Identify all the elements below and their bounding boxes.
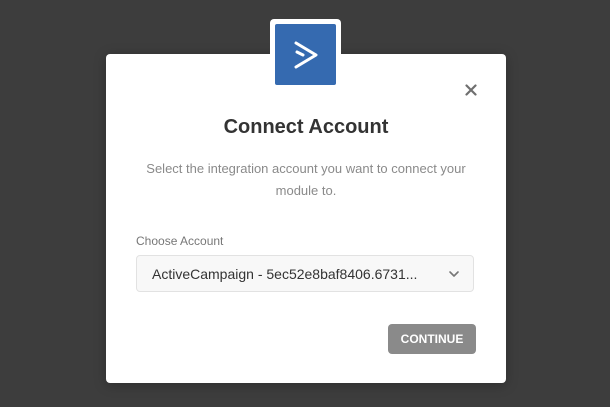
dialog-description: Select the integration account you want … [146, 161, 466, 198]
activecampaign-logo-icon [275, 24, 336, 85]
chevron-down-icon [449, 271, 459, 277]
close-icon [465, 84, 477, 96]
dialog-title: Connect Account [223, 116, 389, 138]
close-button[interactable] [463, 82, 479, 98]
connect-account-dialog: Connect Account Select the integration a… [106, 54, 506, 383]
integration-logo [270, 19, 341, 90]
continue-button[interactable]: CONTINUE [388, 324, 476, 354]
account-select[interactable]: ActiveCampaign - 5ec52e8baf8406.6731... [136, 255, 474, 292]
selected-account-value: ActiveCampaign - 5ec52e8baf8406.6731... [152, 266, 418, 282]
choose-account-label: Choose Account [136, 234, 224, 248]
